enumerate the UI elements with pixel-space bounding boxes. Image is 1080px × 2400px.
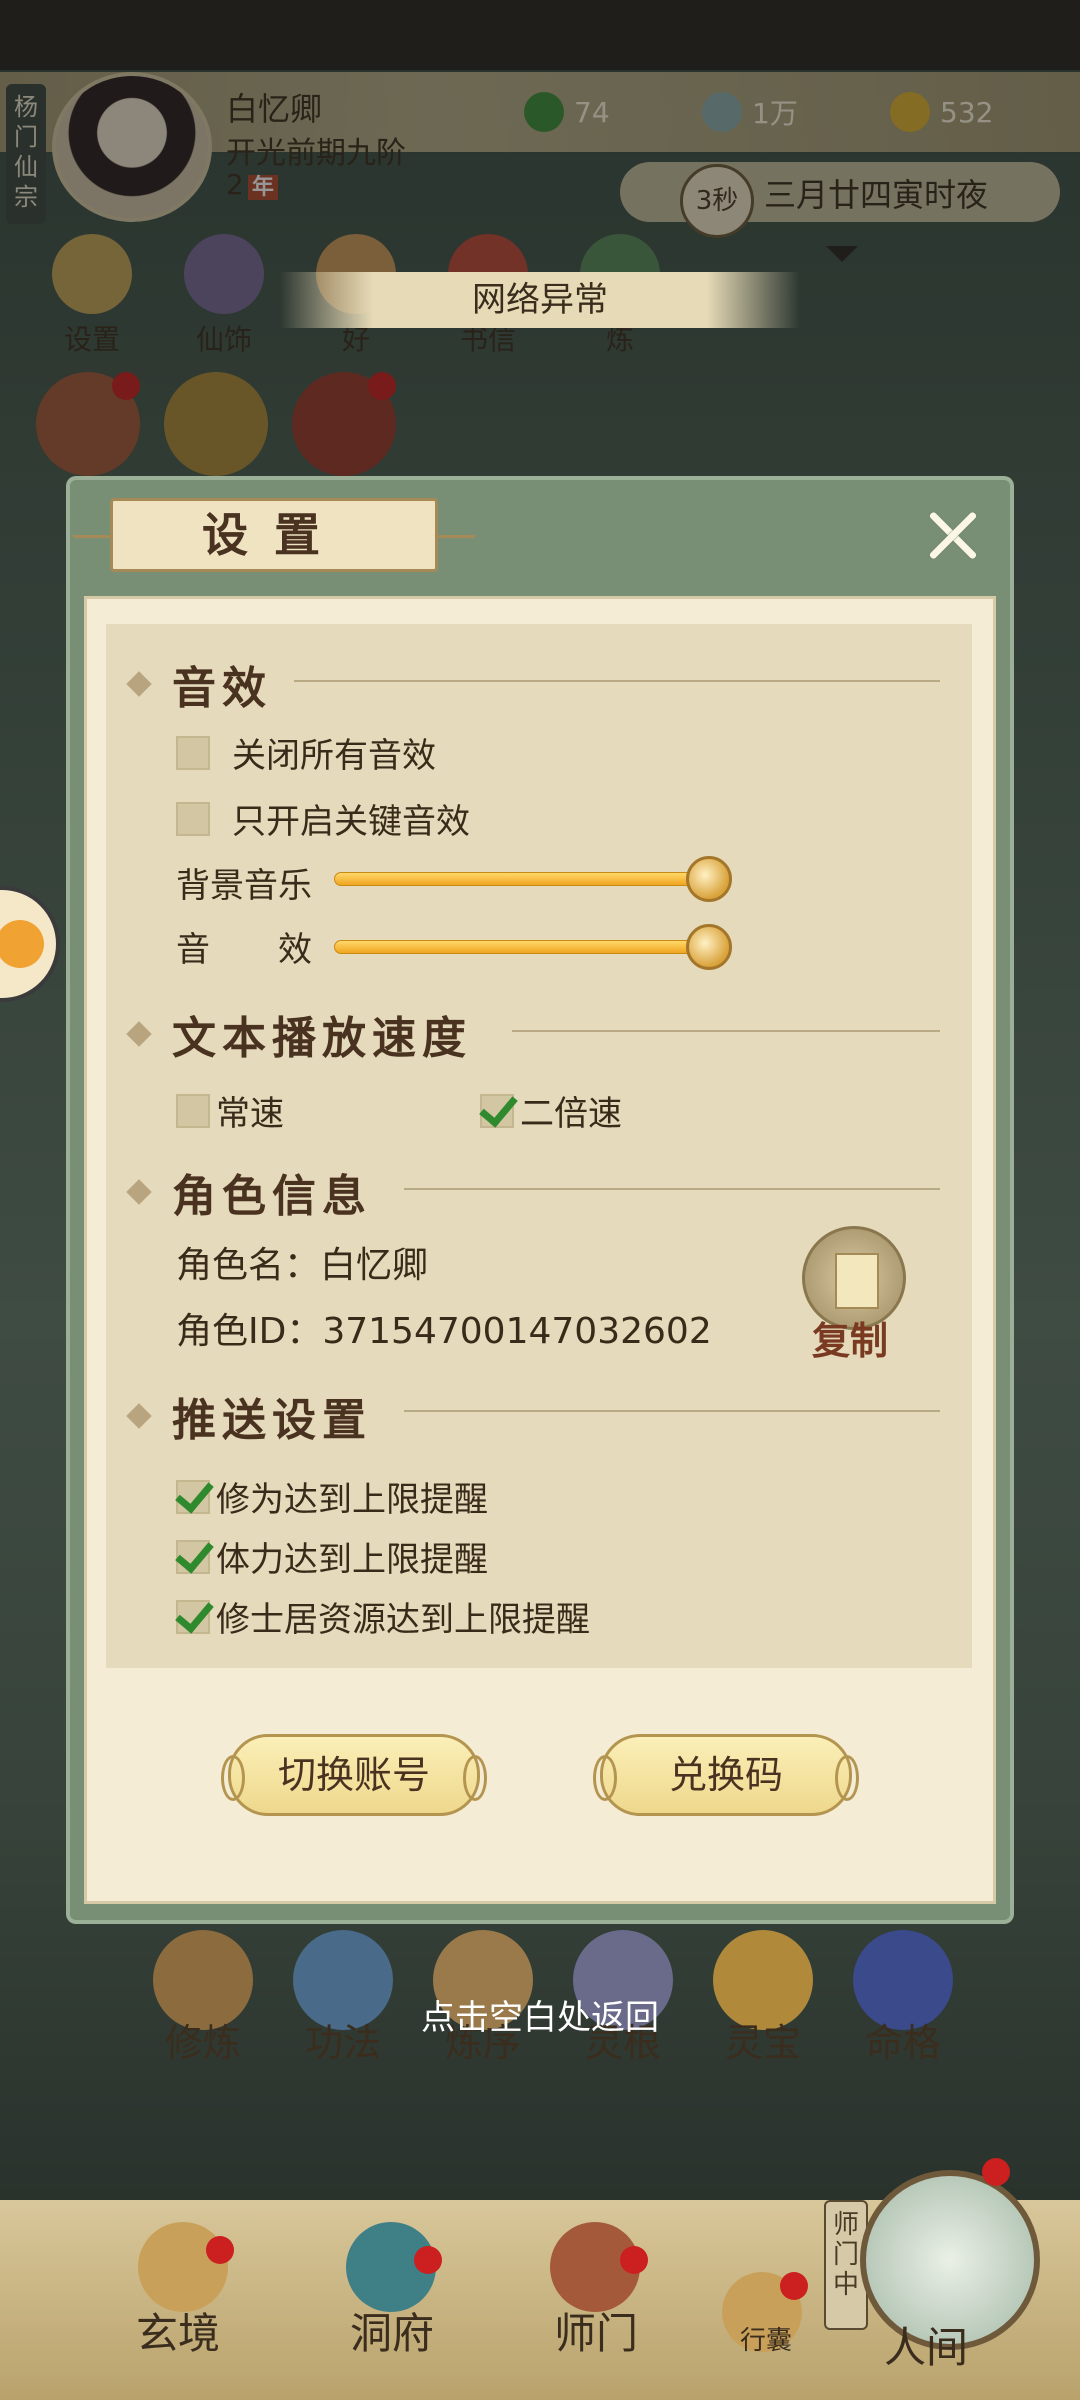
role-id: 角色ID：37154700147032602 — [176, 1302, 712, 1354]
push-cultivation-checkbox[interactable] — [176, 1479, 210, 1514]
diamond-icon — [126, 671, 152, 697]
redeem-code-button[interactable]: 兑换码 — [593, 1734, 859, 1816]
sfx-slider-knob[interactable] — [686, 924, 732, 970]
section-role-title: 角色信息 — [172, 1171, 372, 1222]
push-option-cultivation[interactable]: 修为达到上限提醒 — [176, 1472, 488, 1521]
mute-all-checkbox[interactable] — [176, 735, 210, 770]
section-push-title: 推送设置 — [172, 1395, 372, 1446]
push-cultivation-label: 修为达到上限提醒 — [216, 1480, 488, 1520]
divider — [404, 1188, 940, 1190]
speed-double-checkbox[interactable] — [480, 1093, 514, 1128]
push-stamina-label: 体力达到上限提醒 — [216, 1540, 488, 1580]
dismiss-hint: 点击空白处返回 — [421, 1998, 659, 2038]
sfx-label: 音 效 — [176, 930, 312, 970]
push-option-stamina[interactable]: 体力达到上限提醒 — [176, 1532, 488, 1581]
key-sound-label: 只开启关键音效 — [232, 802, 470, 842]
mute-all-option[interactable]: 关闭所有音效 — [176, 728, 436, 777]
nav-tab-world[interactable]: 人间 — [884, 2314, 968, 2375]
divider — [294, 680, 940, 682]
nav-tab-sect[interactable]: 师门 — [554, 2300, 638, 2361]
key-sound-option[interactable]: 只开启关键音效 — [176, 794, 470, 843]
diamond-icon — [126, 1179, 152, 1205]
section-push: 推送设置 — [126, 1384, 372, 1448]
bgm-label: 背景音乐 — [176, 866, 312, 906]
role-name: 角色名：白忆卿 — [176, 1236, 428, 1288]
key-sound-checkbox[interactable] — [176, 801, 210, 836]
network-error-banner: 网络异常 — [280, 272, 800, 328]
diamond-icon — [126, 1021, 152, 1047]
switch-account-button[interactable]: 切换账号 — [221, 1734, 487, 1816]
alert-dot — [780, 2272, 808, 2300]
section-sound-title: 音效 — [172, 663, 272, 714]
speed-double-label: 二倍速 — [520, 1094, 622, 1134]
role-name-label: 角色名： — [176, 1245, 321, 1286]
section-text-speed-title: 文本播放速度 — [172, 1013, 472, 1064]
realm-icon[interactable] — [138, 2222, 228, 2312]
settings-title: 设置 — [73, 498, 475, 572]
push-stamina-checkbox[interactable] — [176, 1539, 210, 1574]
alert-dot — [982, 2158, 1010, 2186]
section-text-speed: 文本播放速度 — [126, 1002, 472, 1066]
bgm-slider[interactable] — [334, 872, 700, 886]
role-name-value: 白忆卿 — [320, 1245, 429, 1286]
mute-all-label: 关闭所有音效 — [232, 736, 436, 776]
alert-dot — [620, 2246, 648, 2274]
role-id-label: 角色ID： — [176, 1311, 323, 1352]
section-role: 角色信息 — [126, 1160, 372, 1224]
speed-normal-option[interactable]: 常速 — [176, 1086, 284, 1135]
push-residence-label: 修士居资源达到上限提醒 — [216, 1600, 590, 1640]
sfx-slider[interactable] — [334, 940, 700, 954]
nav-bag-label[interactable]: 行囊 — [740, 2320, 792, 2357]
nav-tab-realm[interactable]: 玄境 — [136, 2300, 220, 2361]
push-option-residence[interactable]: 修士居资源达到上限提醒 — [176, 1592, 590, 1641]
speed-normal-checkbox[interactable] — [176, 1093, 210, 1128]
nav-tab-cave[interactable]: 洞府 — [350, 2300, 434, 2361]
push-residence-checkbox[interactable] — [176, 1599, 210, 1634]
alert-dot — [414, 2246, 442, 2274]
divider — [512, 1030, 940, 1032]
role-id-value: 37154700147032602 — [322, 1311, 712, 1352]
section-sound: 音效 — [126, 652, 272, 716]
speed-normal-label: 常速 — [216, 1094, 284, 1134]
close-icon[interactable] — [918, 500, 988, 570]
copy-button-label[interactable]: 复制 — [812, 1310, 888, 1365]
speed-double-option[interactable]: 二倍速 — [480, 1086, 622, 1135]
divider — [404, 1410, 940, 1412]
alert-dot — [206, 2236, 234, 2264]
diamond-icon — [126, 1403, 152, 1429]
bgm-slider-knob[interactable] — [686, 856, 732, 902]
